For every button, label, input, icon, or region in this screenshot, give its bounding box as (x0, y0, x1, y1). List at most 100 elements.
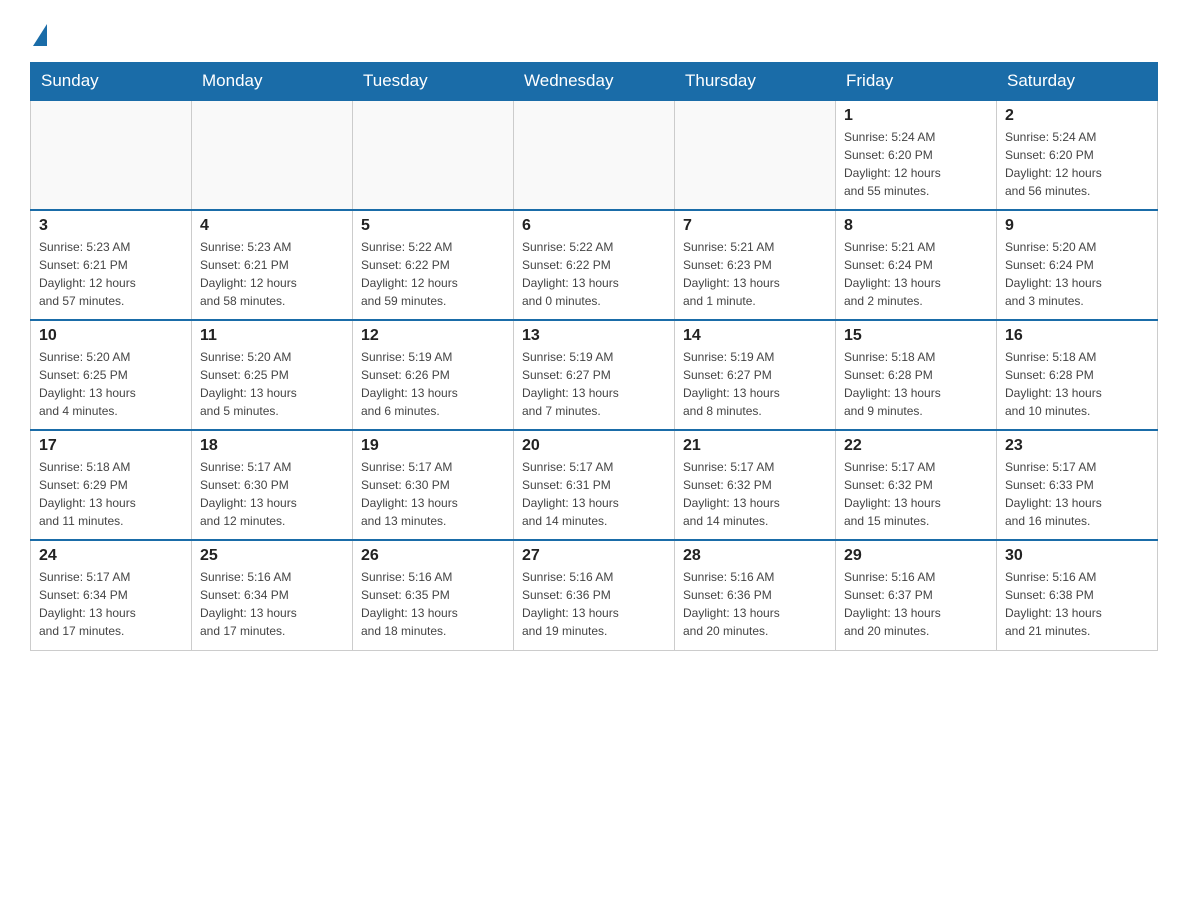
calendar-cell: 3 Sunrise: 5:23 AM Sunset: 6:21 PM Daylig… (31, 210, 192, 320)
day-info: Sunrise: 5:19 AM Sunset: 6:26 PM Dayligh… (361, 348, 505, 420)
day-info: Sunrise: 5:17 AM Sunset: 6:34 PM Dayligh… (39, 568, 183, 640)
day-info: Sunrise: 5:19 AM Sunset: 6:27 PM Dayligh… (683, 348, 827, 420)
day-info: Sunrise: 5:18 AM Sunset: 6:28 PM Dayligh… (844, 348, 988, 420)
week-row-4: 17 Sunrise: 5:18 AM Sunset: 6:29 PM Dayli… (31, 430, 1158, 540)
calendar-cell: 20 Sunrise: 5:17 AM Sunset: 6:31 PM Dayli… (514, 430, 675, 540)
week-row-1: 1Sunrise: 5:24 AM Sunset: 6:20 PM Daylig… (31, 100, 1158, 210)
calendar-cell: 22 Sunrise: 5:17 AM Sunset: 6:32 PM Dayli… (836, 430, 997, 540)
day-info: Sunrise: 5:16 AM Sunset: 6:34 PM Dayligh… (200, 568, 344, 640)
weekday-header-monday: Monday (192, 63, 353, 101)
calendar-cell: 5 Sunrise: 5:22 AM Sunset: 6:22 PM Daylig… (353, 210, 514, 320)
day-number: 9 (1005, 217, 1149, 235)
week-row-3: 10 Sunrise: 5:20 AM Sunset: 6:25 PM Dayli… (31, 320, 1158, 430)
day-number: 22 (844, 437, 988, 455)
day-number: 2 (1005, 107, 1149, 125)
day-info: Sunrise: 5:17 AM Sunset: 6:32 PM Dayligh… (844, 458, 988, 530)
day-info: Sunrise: 5:20 AM Sunset: 6:24 PM Dayligh… (1005, 238, 1149, 310)
weekday-header-saturday: Saturday (997, 63, 1158, 101)
day-number: 16 (1005, 327, 1149, 345)
calendar-cell: 12 Sunrise: 5:19 AM Sunset: 6:26 PM Dayli… (353, 320, 514, 430)
calendar-cell: 15 Sunrise: 5:18 AM Sunset: 6:28 PM Dayli… (836, 320, 997, 430)
calendar-cell: 25 Sunrise: 5:16 AM Sunset: 6:34 PM Dayli… (192, 540, 353, 650)
day-info: Sunrise: 5:21 AM Sunset: 6:24 PM Dayligh… (844, 238, 988, 310)
day-number: 4 (200, 217, 344, 235)
calendar-cell: 23Sunrise: 5:17 AM Sunset: 6:33 PM Dayli… (997, 430, 1158, 540)
day-info: Sunrise: 5:18 AM Sunset: 6:29 PM Dayligh… (39, 458, 183, 530)
day-info: Sunrise: 5:18 AM Sunset: 6:28 PM Dayligh… (1005, 348, 1149, 420)
day-number: 26 (361, 547, 505, 565)
day-info: Sunrise: 5:17 AM Sunset: 6:30 PM Dayligh… (361, 458, 505, 530)
weekday-header-friday: Friday (836, 63, 997, 101)
day-number: 14 (683, 327, 827, 345)
calendar-cell: 7 Sunrise: 5:21 AM Sunset: 6:23 PM Daylig… (675, 210, 836, 320)
day-info: Sunrise: 5:23 AM Sunset: 6:21 PM Dayligh… (39, 238, 183, 310)
calendar-cell: 9 Sunrise: 5:20 AM Sunset: 6:24 PM Daylig… (997, 210, 1158, 320)
page-header (30, 20, 1158, 42)
calendar-cell: 1Sunrise: 5:24 AM Sunset: 6:20 PM Daylig… (836, 100, 997, 210)
calendar-cell: 4Sunrise: 5:23 AM Sunset: 6:21 PM Daylig… (192, 210, 353, 320)
calendar-cell: 21 Sunrise: 5:17 AM Sunset: 6:32 PM Dayli… (675, 430, 836, 540)
calendar-cell: 26 Sunrise: 5:16 AM Sunset: 6:35 PM Dayli… (353, 540, 514, 650)
day-number: 17 (39, 437, 183, 455)
calendar-cell: 16 Sunrise: 5:18 AM Sunset: 6:28 PM Dayli… (997, 320, 1158, 430)
calendar-cell (514, 100, 675, 210)
weekday-header-thursday: Thursday (675, 63, 836, 101)
day-info: Sunrise: 5:17 AM Sunset: 6:30 PM Dayligh… (200, 458, 344, 530)
day-number: 12 (361, 327, 505, 345)
day-number: 20 (522, 437, 666, 455)
day-info: Sunrise: 5:21 AM Sunset: 6:23 PM Dayligh… (683, 238, 827, 310)
calendar-cell: 17 Sunrise: 5:18 AM Sunset: 6:29 PM Dayli… (31, 430, 192, 540)
day-number: 10 (39, 327, 183, 345)
weekday-header-sunday: Sunday (31, 63, 192, 101)
day-info: Sunrise: 5:17 AM Sunset: 6:31 PM Dayligh… (522, 458, 666, 530)
day-info: Sunrise: 5:17 AM Sunset: 6:33 PM Dayligh… (1005, 458, 1149, 530)
day-info: Sunrise: 5:19 AM Sunset: 6:27 PM Dayligh… (522, 348, 666, 420)
weekday-header-tuesday: Tuesday (353, 63, 514, 101)
day-info: Sunrise: 5:22 AM Sunset: 6:22 PM Dayligh… (522, 238, 666, 310)
day-number: 8 (844, 217, 988, 235)
day-number: 5 (361, 217, 505, 235)
calendar-cell: 13 Sunrise: 5:19 AM Sunset: 6:27 PM Dayli… (514, 320, 675, 430)
day-number: 3 (39, 217, 183, 235)
day-number: 19 (361, 437, 505, 455)
calendar-cell: 10Sunrise: 5:20 AM Sunset: 6:25 PM Dayli… (31, 320, 192, 430)
calendar-cell (192, 100, 353, 210)
day-info: Sunrise: 5:22 AM Sunset: 6:22 PM Dayligh… (361, 238, 505, 310)
week-row-2: 3 Sunrise: 5:23 AM Sunset: 6:21 PM Daylig… (31, 210, 1158, 320)
day-number: 29 (844, 547, 988, 565)
logo (30, 20, 47, 42)
calendar-cell: 29 Sunrise: 5:16 AM Sunset: 6:37 PM Dayli… (836, 540, 997, 650)
day-info: Sunrise: 5:16 AM Sunset: 6:38 PM Dayligh… (1005, 568, 1149, 640)
logo-triangle-icon (33, 24, 47, 46)
weekday-header-wednesday: Wednesday (514, 63, 675, 101)
day-number: 24 (39, 547, 183, 565)
calendar-cell: 30 Sunrise: 5:16 AM Sunset: 6:38 PM Dayli… (997, 540, 1158, 650)
calendar-cell: 18 Sunrise: 5:17 AM Sunset: 6:30 PM Dayli… (192, 430, 353, 540)
day-info: Sunrise: 5:20 AM Sunset: 6:25 PM Dayligh… (200, 348, 344, 420)
day-number: 30 (1005, 547, 1149, 565)
calendar-cell (675, 100, 836, 210)
day-number: 7 (683, 217, 827, 235)
calendar-cell (353, 100, 514, 210)
calendar-cell: 11 Sunrise: 5:20 AM Sunset: 6:25 PM Dayli… (192, 320, 353, 430)
day-number: 13 (522, 327, 666, 345)
calendar-cell (31, 100, 192, 210)
day-info: Sunrise: 5:17 AM Sunset: 6:32 PM Dayligh… (683, 458, 827, 530)
day-number: 25 (200, 547, 344, 565)
calendar-cell: 28Sunrise: 5:16 AM Sunset: 6:36 PM Dayli… (675, 540, 836, 650)
calendar-cell: 2 Sunrise: 5:24 AM Sunset: 6:20 PM Daylig… (997, 100, 1158, 210)
day-number: 11 (200, 327, 344, 345)
day-info: Sunrise: 5:16 AM Sunset: 6:35 PM Dayligh… (361, 568, 505, 640)
day-number: 21 (683, 437, 827, 455)
day-number: 27 (522, 547, 666, 565)
weekday-header-row: SundayMondayTuesdayWednesdayThursdayFrid… (31, 63, 1158, 101)
day-info: Sunrise: 5:24 AM Sunset: 6:20 PM Dayligh… (1005, 128, 1149, 200)
calendar-cell: 27Sunrise: 5:16 AM Sunset: 6:36 PM Dayli… (514, 540, 675, 650)
day-info: Sunrise: 5:16 AM Sunset: 6:36 PM Dayligh… (683, 568, 827, 640)
calendar-cell: 14 Sunrise: 5:19 AM Sunset: 6:27 PM Dayli… (675, 320, 836, 430)
day-number: 15 (844, 327, 988, 345)
day-number: 18 (200, 437, 344, 455)
day-info: Sunrise: 5:16 AM Sunset: 6:37 PM Dayligh… (844, 568, 988, 640)
day-number: 6 (522, 217, 666, 235)
day-info: Sunrise: 5:24 AM Sunset: 6:20 PM Dayligh… (844, 128, 988, 200)
